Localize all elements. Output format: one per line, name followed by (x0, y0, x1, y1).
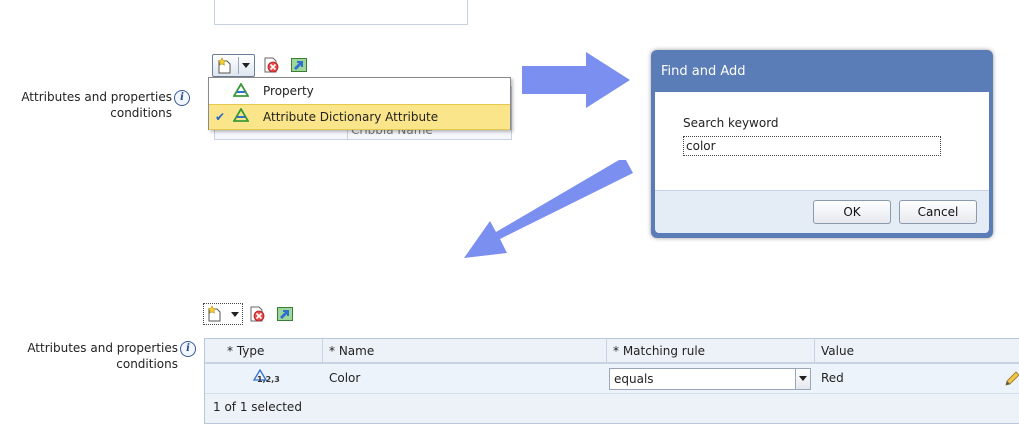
down-left-arrow-icon (464, 160, 633, 258)
cell-name: Color (329, 371, 361, 385)
add-dropdown-button[interactable] (212, 54, 255, 77)
menu-item-attribute-dictionary[interactable]: ✔ Attribute Dictionary Attribute (209, 104, 510, 130)
table-row[interactable]: 1,2,3 Color equals Red (205, 364, 1019, 394)
delete-icon[interactable] (262, 56, 280, 74)
new-item-icon (207, 305, 221, 322)
search-keyword-value: color (686, 139, 716, 153)
ok-button[interactable]: OK (813, 200, 891, 224)
import-icon[interactable] (290, 56, 308, 74)
conditions-table: * Type * Name * Matching rule Value 1,2,… (204, 338, 1019, 424)
partial-input-box (214, 0, 468, 25)
column-header-type[interactable]: * Type (205, 339, 323, 363)
find-and-add-dialog: Find and Add Search keyword color OK Can… (651, 50, 993, 238)
matching-rule-value: equals (614, 372, 654, 386)
column-header-matching-rule[interactable]: * Matching rule (607, 339, 815, 363)
checkmark-icon: ✔ (215, 110, 226, 124)
attributes-label-line1: Attributes and properties (27, 341, 178, 355)
pencil-icon[interactable] (1003, 370, 1019, 388)
dialog-footer: OK Cancel (655, 190, 989, 233)
dialog-title: Find and Add (661, 64, 746, 79)
new-item-icon (217, 57, 231, 74)
attributes-label-line1: Attributes and properties (21, 90, 172, 104)
table-footer: 1 of 1 selected (205, 394, 1019, 423)
import-icon[interactable] (276, 305, 294, 323)
cancel-button[interactable]: Cancel (899, 200, 977, 224)
search-keyword-input[interactable]: color (683, 136, 941, 156)
attributes-label-line2: conditions (110, 106, 172, 120)
add-dropdown-button-bottom[interactable] (203, 303, 243, 325)
attributes-label-line2: conditions (116, 357, 178, 371)
menu-item-property[interactable]: Property (209, 79, 510, 103)
chevron-down-icon (231, 312, 239, 317)
menu-item-property-label: Property (263, 84, 314, 98)
select-button[interactable] (795, 369, 810, 389)
column-header-name[interactable]: * Name (323, 339, 607, 363)
chevron-down-icon (242, 63, 250, 68)
right-arrow-icon (522, 52, 630, 108)
attributes-label-bottom: Attributes and properties i conditions (0, 341, 196, 372)
dropdown-separator (238, 57, 239, 74)
info-icon[interactable]: i (174, 90, 190, 106)
delete-icon[interactable] (248, 305, 266, 323)
type-icon: 1,2,3 (253, 369, 280, 387)
cell-value: Red (821, 371, 844, 385)
search-keyword-label: Search keyword (683, 116, 779, 130)
selection-count: 1 of 1 selected (213, 400, 302, 414)
info-icon[interactable]: i (180, 341, 196, 357)
property-icon (233, 83, 249, 97)
chevron-down-icon (799, 376, 807, 381)
add-type-menu: Property ✔ Attribute Dictionary Attribut… (208, 77, 511, 130)
matching-rule-select[interactable]: equals (609, 368, 811, 390)
attributes-label-top: Attributes and properties i conditions (0, 90, 190, 121)
attribute-icon (233, 108, 249, 122)
type-icon-text: 1,2,3 (257, 375, 280, 384)
column-header-value[interactable]: Value (815, 339, 1019, 363)
menu-item-attribute-dictionary-label: Attribute Dictionary Attribute (263, 110, 439, 124)
dialog-body: Search keyword color (655, 92, 989, 190)
